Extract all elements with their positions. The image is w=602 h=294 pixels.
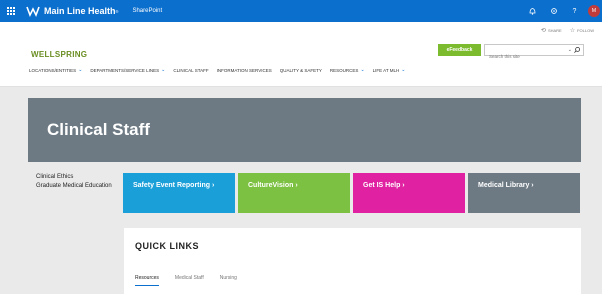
quick-links-tabs: Resources Medical Staff Nursing — [135, 275, 237, 286]
brand-name: Main Line Health — [44, 6, 116, 16]
follow-button[interactable]: ☆ FOLLOW — [570, 27, 594, 34]
chevron-down-icon[interactable]: ⌄ — [568, 47, 572, 53]
chevron-down-icon: ⌄ — [360, 67, 365, 73]
nav-item-label: INFORMATION SERVICES — [216, 67, 272, 73]
nav-item-label: CLINICAL STAFF — [173, 67, 209, 73]
feedback-button[interactable]: eFeedback — [438, 44, 481, 56]
chevron-down-icon: ⌄ — [78, 67, 83, 73]
share-follow-row: ⟲ SHARE ☆ FOLLOW — [541, 27, 594, 34]
brand-link[interactable]: Main Line Health ® — [26, 5, 118, 17]
nav-item-label: QUALITY & SAFETY — [279, 67, 322, 73]
site-header: ⟲ SHARE ☆ FOLLOW WELLSPRING eFeedback ⌄ … — [0, 22, 602, 87]
nav-item-label: RESOURCES — [329, 67, 359, 73]
quick-links-panel: QUICK LINKS Resources Medical Staff Nurs… — [124, 228, 581, 294]
nav-item-life-at-mlh[interactable]: LIFE AT MLH ⌄ — [373, 67, 406, 73]
nav-item-label: LOCATIONS/ENTITIES — [29, 67, 77, 73]
nav-item-label: LIFE AT MLH — [372, 67, 400, 73]
tab-nursing[interactable]: Nursing — [220, 275, 237, 286]
chevron-down-icon: ⌄ — [161, 67, 166, 73]
link-clinical-ethics[interactable]: Clinical Ethics — [36, 173, 116, 181]
nav-item-information-services[interactable]: INFORMATION SERVICES — [217, 67, 272, 73]
tab-medical-staff[interactable]: Medical Staff — [175, 275, 204, 286]
page-title: Clinical Staff — [47, 120, 150, 139]
nav-item-label: DEPARTMENTS/SERVICE LINES — [90, 67, 160, 73]
search-box: ⌄ — [484, 44, 584, 62]
tile-get-is-help[interactable]: Get IS Help › — [353, 173, 465, 213]
left-link-list: Clinical Ethics Graduate Medical Educati… — [36, 173, 116, 191]
suite-bar: Main Line Health ® SharePoint ? M — [0, 0, 602, 22]
hero-banner: Clinical Staff — [28, 98, 581, 162]
nav-item-resources[interactable]: RESOURCES ⌄ — [330, 67, 365, 73]
quick-links-title: QUICK LINKS — [135, 241, 199, 251]
nav-item-quality-safety[interactable]: QUALITY & SAFETY — [280, 67, 322, 73]
star-icon: ☆ — [569, 28, 576, 34]
link-graduate-medical-education[interactable]: Graduate Medical Education — [36, 182, 116, 190]
bell-icon[interactable] — [522, 0, 543, 22]
search-input[interactable] — [485, 51, 563, 62]
nav-item-locations[interactable]: LOCATIONS/ENTITIES ⌄ — [29, 67, 82, 73]
share-icon: ⟲ — [540, 28, 546, 34]
tile-medical-library[interactable]: Medical Library › — [468, 173, 580, 213]
help-icon[interactable]: ? — [564, 0, 585, 22]
share-label: SHARE — [547, 28, 562, 33]
share-button[interactable]: ⟲ SHARE — [541, 27, 562, 34]
site-logo[interactable]: WELLSPRING — [31, 50, 87, 59]
nav-item-departments[interactable]: DEPARTMENTS/SERVICE LINES ⌄ — [90, 67, 165, 73]
brand-logo-icon — [26, 6, 40, 17]
avatar[interactable]: M — [588, 5, 600, 17]
tab-resources[interactable]: Resources — [135, 275, 159, 286]
follow-label: FOLLOW — [577, 28, 594, 33]
nav-item-clinical-staff[interactable]: CLINICAL STAFF — [173, 67, 208, 73]
app-name[interactable]: SharePoint — [132, 8, 162, 14]
chevron-down-icon: ⌄ — [401, 67, 406, 73]
tile-culturevision[interactable]: CultureVision › — [238, 173, 350, 213]
top-navigation: LOCATIONS/ENTITIES ⌄ DEPARTMENTS/SERVICE… — [29, 67, 405, 73]
search-icon[interactable] — [573, 46, 581, 54]
app-launcher-icon[interactable] — [0, 0, 22, 22]
gear-icon[interactable] — [543, 0, 564, 22]
tile-safety-event-reporting[interactable]: Safety Event Reporting › — [123, 173, 235, 213]
brand-registered-mark: ® — [115, 8, 119, 14]
